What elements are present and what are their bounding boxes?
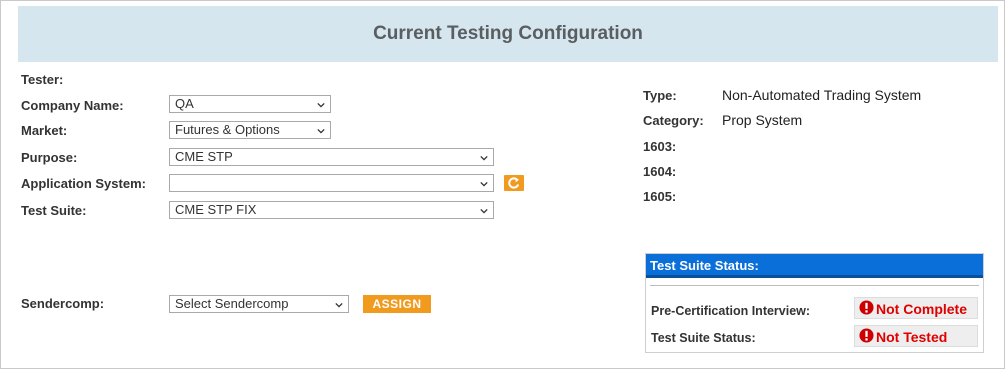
chevron-down-icon bbox=[480, 208, 488, 214]
sendercomp-label: Sendercomp: bbox=[21, 296, 105, 311]
market-label: Market: bbox=[21, 123, 68, 138]
market-select[interactable]: Futures & Options bbox=[169, 121, 331, 139]
assign-button[interactable]: ASSIGN bbox=[363, 295, 431, 313]
type-label: Type: bbox=[643, 88, 677, 103]
chevron-down-icon bbox=[480, 155, 488, 161]
purpose-label: Purpose: bbox=[21, 150, 78, 165]
sendercomp-select[interactable]: Select Sendercomp bbox=[169, 295, 349, 313]
status-panel-title: Test Suite Status: bbox=[650, 258, 759, 273]
test-suite-label: Test Suite: bbox=[21, 203, 87, 218]
chevron-down-icon bbox=[335, 302, 343, 308]
page-title: Current Testing Configuration bbox=[373, 23, 643, 44]
application-system-select[interactable] bbox=[169, 174, 494, 192]
test-suite-value: CME STP FIX bbox=[175, 202, 257, 217]
field-1605-label: 1605: bbox=[643, 189, 677, 204]
category-label: Category: bbox=[643, 113, 704, 128]
refresh-icon bbox=[508, 177, 520, 189]
purpose-select[interactable]: CME STP bbox=[169, 148, 494, 166]
type-value: Non-Automated Trading System bbox=[722, 87, 922, 103]
config-panel: Current Testing Configuration Tester: Co… bbox=[0, 0, 1005, 369]
test-suite-status-panel: Test Suite Status: Pre-Certification Int… bbox=[645, 253, 984, 353]
precert-status-text: Not Complete bbox=[876, 301, 967, 317]
sendercomp-value: Select Sendercomp bbox=[175, 296, 289, 311]
chevron-down-icon bbox=[480, 181, 488, 187]
field-1604-label: 1604: bbox=[643, 164, 677, 179]
category-value: Prop System bbox=[722, 112, 803, 128]
company-name-label: Company Name: bbox=[21, 98, 124, 113]
market-value: Futures & Options bbox=[175, 122, 280, 137]
chevron-down-icon bbox=[317, 102, 325, 108]
precert-interview-label: Pre-Certification Interview: bbox=[651, 304, 811, 318]
company-name-value: QA bbox=[175, 96, 194, 111]
divider bbox=[650, 285, 979, 286]
purpose-value: CME STP bbox=[175, 149, 233, 164]
test-suite-status-text: Not Tested bbox=[876, 329, 948, 345]
test-suite-status-label: Test Suite Status: bbox=[651, 331, 756, 345]
test-suite-select[interactable]: CME STP FIX bbox=[169, 201, 494, 219]
precert-status-badge: Not Complete bbox=[854, 297, 978, 319]
error-icon bbox=[859, 328, 874, 343]
status-panel-header: Test Suite Status: bbox=[646, 254, 983, 278]
company-name-select[interactable]: QA bbox=[169, 95, 331, 113]
error-icon bbox=[859, 300, 874, 315]
chevron-down-icon bbox=[317, 128, 325, 134]
refresh-button[interactable] bbox=[504, 175, 524, 191]
test-suite-status-badge: Not Tested bbox=[854, 325, 978, 347]
tester-label: Tester: bbox=[21, 72, 64, 87]
header-bar: Current Testing Configuration bbox=[18, 6, 998, 62]
field-1603-label: 1603: bbox=[643, 139, 677, 154]
application-system-label: Application System: bbox=[21, 176, 146, 191]
